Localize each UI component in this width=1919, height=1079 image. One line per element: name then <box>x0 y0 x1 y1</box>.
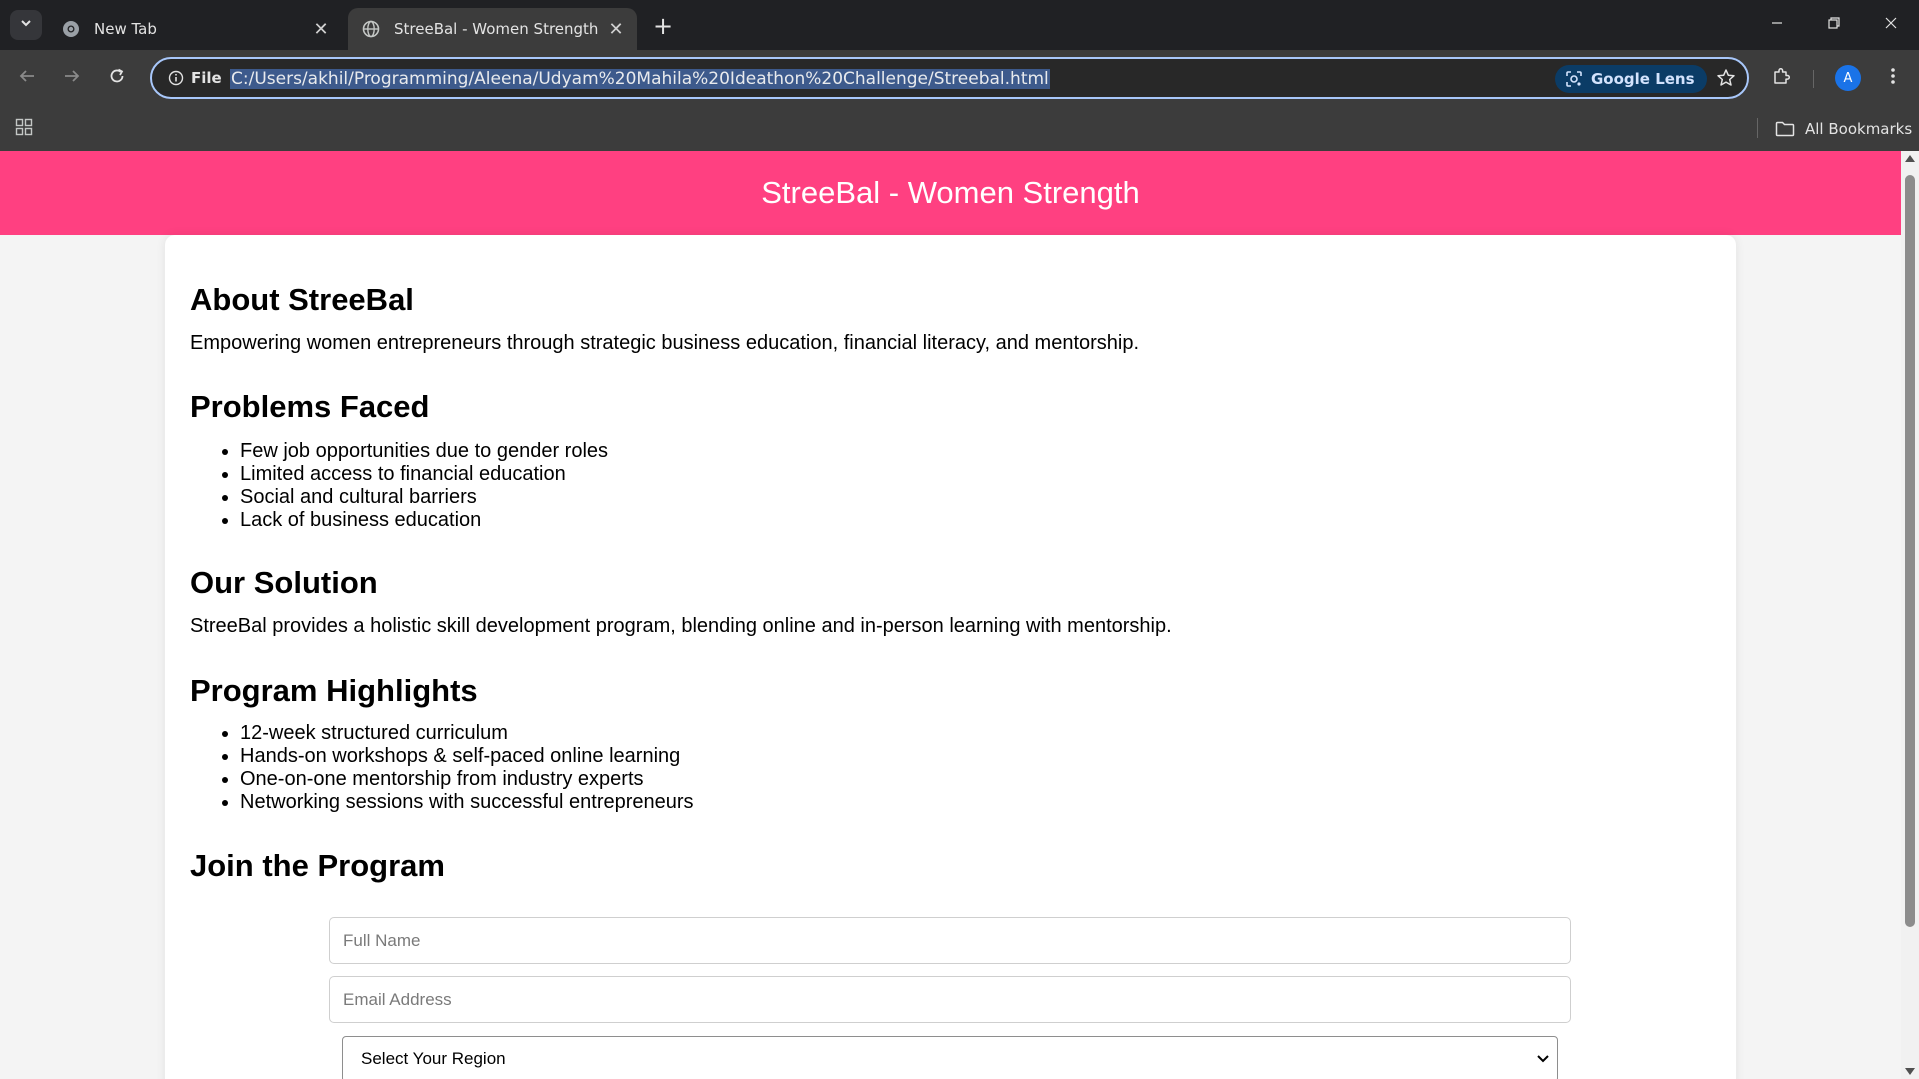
tab-title: StreeBal - Women Strength <box>394 20 599 38</box>
star-icon <box>1716 68 1736 93</box>
join-heading: Join the Program <box>190 848 445 883</box>
highlights-heading: Program Highlights <box>190 673 478 708</box>
plus-icon: + <box>652 12 674 40</box>
address-bar[interactable]: File C:/Users/akhil/Programming/Aleena/U… <box>150 57 1749 99</box>
reload-button[interactable] <box>102 63 132 93</box>
globe-icon <box>362 20 380 38</box>
lens-icon <box>1565 70 1583 88</box>
avatar-initial: A <box>1843 70 1853 86</box>
bookmark-star-button[interactable] <box>1712 66 1740 94</box>
profile-avatar[interactable]: A <box>1835 65 1861 91</box>
scroll-down-arrow-icon[interactable] <box>1905 1068 1915 1075</box>
folder-icon <box>1775 121 1795 137</box>
bookmarks-divider <box>1757 118 1758 138</box>
highlights-list: 12-week structured curriculum Hands-on w… <box>240 722 694 814</box>
tab-search-button[interactable] <box>10 10 42 40</box>
chevron-down-icon <box>19 16 33 35</box>
site-title: StreeBal - Women Strength <box>761 175 1140 210</box>
grid-icon <box>15 118 33 141</box>
page-viewport: StreeBal - Women Strength About StreeBal… <box>0 151 1901 1079</box>
restore-icon <box>1828 16 1840 34</box>
site-chip-label: File <box>191 69 222 87</box>
tab-strip: New Tab ✕ StreeBal - Women Strength ✕ + <box>0 0 1919 50</box>
url-input[interactable]: C:/Users/akhil/Programming/Aleena/Udyam%… <box>230 67 1050 91</box>
tab-new-tab[interactable]: New Tab ✕ <box>48 8 342 50</box>
extensions-button[interactable] <box>1767 63 1797 93</box>
content-container: About StreeBal Empowering women entrepre… <box>165 235 1736 1079</box>
url-text: C:/Users/akhil/Programming/Aleena/Udyam%… <box>230 69 1050 89</box>
problems-list: Few job opportunities due to gender role… <box>240 440 608 532</box>
puzzle-icon <box>1772 66 1792 91</box>
info-icon <box>168 70 184 86</box>
chrome-icon <box>62 20 80 38</box>
browser-chrome: New Tab ✕ StreeBal - Women Strength ✕ + <box>0 0 1919 151</box>
browser-menu-button[interactable] <box>1880 63 1906 93</box>
new-tab-button[interactable]: + <box>648 11 678 41</box>
all-bookmarks-button[interactable]: All Bookmarks <box>1775 116 1912 142</box>
apps-button[interactable] <box>12 117 36 141</box>
window-close-button[interactable] <box>1863 0 1919 50</box>
full-name-input[interactable] <box>329 917 1571 964</box>
restore-button[interactable] <box>1806 0 1862 50</box>
list-item: Few job opportunities due to gender role… <box>240 440 608 463</box>
list-item: Networking sessions with successful entr… <box>240 791 694 814</box>
region-select-value: Select Your Region <box>361 1049 506 1068</box>
close-icon[interactable]: ✕ <box>605 18 627 40</box>
google-lens-button[interactable]: Google Lens <box>1555 65 1707 93</box>
about-text: Empowering women entrepreneurs through s… <box>190 332 1140 354</box>
solution-text: StreeBal provides a holistic skill devel… <box>190 615 1172 637</box>
tab-title: New Tab <box>94 20 157 38</box>
page-scrollbar[interactable] <box>1901 151 1919 1079</box>
site-info-chip[interactable]: File <box>160 65 230 91</box>
kebab-menu-icon <box>1890 66 1896 91</box>
list-item: Social and cultural barriers <box>240 486 608 509</box>
arrow-left-icon <box>18 67 36 90</box>
toolbar-divider <box>1813 70 1814 88</box>
back-button[interactable] <box>12 63 42 93</box>
chevron-down-icon <box>1535 1050 1551 1066</box>
scroll-up-arrow-icon[interactable] <box>1905 155 1915 162</box>
reload-icon <box>108 67 126 90</box>
solution-heading: Our Solution <box>190 565 378 600</box>
all-bookmarks-label: All Bookmarks <box>1805 120 1913 138</box>
about-heading: About StreeBal <box>190 282 414 317</box>
site-header: StreeBal - Women Strength <box>0 151 1901 235</box>
minimize-button[interactable] <box>1749 0 1805 50</box>
close-icon[interactable]: ✕ <box>310 18 332 40</box>
forward-button[interactable] <box>57 63 87 93</box>
list-item: One-on-one mentorship from industry expe… <box>240 768 694 791</box>
lens-label: Google Lens <box>1591 70 1695 88</box>
minimize-icon <box>1771 16 1783 34</box>
tab-streebal[interactable]: StreeBal - Women Strength ✕ <box>348 8 637 50</box>
region-select[interactable]: Select Your Region <box>342 1036 1558 1079</box>
list-item: Hands-on workshops & self-paced online l… <box>240 745 694 768</box>
scrollbar-thumb[interactable] <box>1905 175 1915 927</box>
list-item: Limited access to financial education <box>240 463 608 486</box>
bookmarks-bar: All Bookmarks <box>0 107 1919 151</box>
toolbar: File C:/Users/akhil/Programming/Aleena/U… <box>0 50 1919 107</box>
problems-heading: Problems Faced <box>190 389 430 424</box>
close-icon <box>1885 16 1897 34</box>
list-item: 12-week structured curriculum <box>240 722 694 745</box>
email-input[interactable] <box>329 976 1571 1023</box>
list-item: Lack of business education <box>240 509 608 532</box>
arrow-right-icon <box>63 67 81 90</box>
